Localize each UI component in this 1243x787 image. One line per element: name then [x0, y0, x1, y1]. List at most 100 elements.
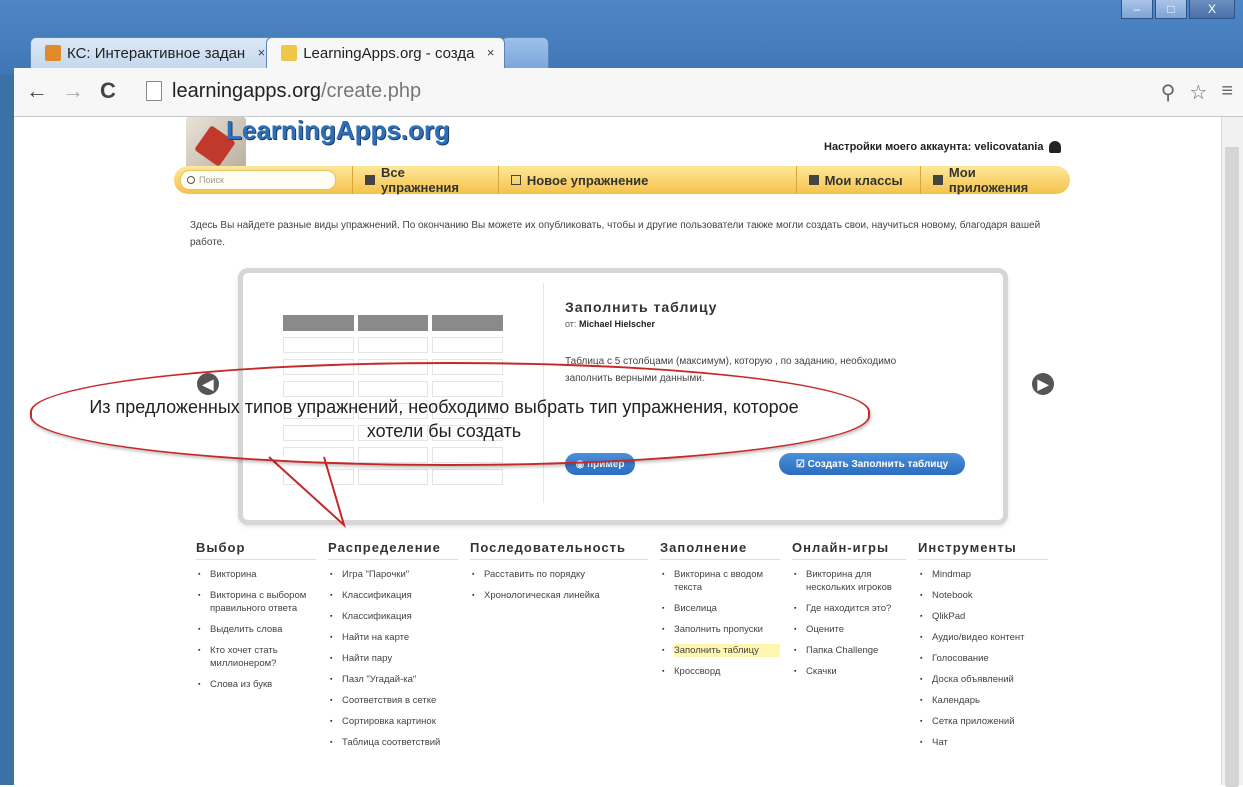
search-placeholder: Поиск — [199, 175, 224, 185]
list-icon — [808, 175, 819, 185]
category-title: Инструменты — [918, 540, 1048, 560]
list-item[interactable]: Аудио/видео контент — [920, 631, 1048, 644]
list-item[interactable]: Найти на карте — [330, 631, 458, 644]
list-item[interactable]: Игра "Парочки" — [330, 568, 458, 581]
tab-label: LearningApps.org - созда — [303, 44, 475, 62]
page-viewport: LearningApps.org Настройки моего аккаунт… — [14, 117, 1222, 785]
user-icon — [1049, 141, 1062, 153]
back-icon[interactable]: ← — [26, 78, 48, 104]
category-list: Выбор Викторина Викторина с выбором прав… — [196, 540, 1060, 757]
list-item[interactable]: Расставить по порядку — [472, 568, 648, 581]
create-button[interactable]: ☑ Создать Заполнить таблицу — [779, 453, 965, 475]
address-bar[interactable]: learningapps.org/create.php — [146, 76, 1166, 106]
list-item[interactable]: Таблица соответствий — [330, 736, 458, 749]
list-item[interactable]: Сортировка картинок — [330, 715, 458, 728]
list-item[interactable]: Кто хочет стать миллионером? — [198, 644, 316, 670]
list-item[interactable]: Сетка приложений — [920, 715, 1048, 728]
zoom-icon[interactable]: ⚲ — [1161, 80, 1176, 105]
category-choice: Выбор Викторина Викторина с выбором прав… — [196, 540, 316, 757]
list-item[interactable]: Голосование — [920, 652, 1048, 665]
list-item[interactable]: Викторина — [198, 568, 316, 581]
moodle-favicon-icon — [45, 45, 61, 61]
list-item[interactable]: Оцените — [794, 623, 906, 636]
list-item[interactable]: Классификация — [330, 610, 458, 623]
nav-my-apps[interactable]: Мои приложения — [919, 165, 1070, 195]
list-item[interactable]: Notebook — [920, 589, 1048, 602]
vertical-scrollbar[interactable] — [1221, 117, 1243, 787]
list-item[interactable]: Слова из букв — [198, 678, 316, 691]
list-item[interactable]: Пазл "Угадай-ка" — [330, 673, 458, 686]
list-item[interactable]: Где находится это? — [794, 602, 906, 615]
close-window-button[interactable]: X — [1189, 0, 1235, 19]
title-bar: – □ X КС: Интерактивное задан × Learning… — [0, 0, 1243, 75]
tab-learningapps[interactable]: LearningApps.org - созда × — [266, 37, 506, 68]
scrollbar-thumb[interactable] — [1225, 147, 1239, 787]
forward-icon[interactable]: → — [62, 78, 84, 104]
nav-all-exercises[interactable]: Все упражнения — [352, 165, 498, 195]
list-item[interactable]: Хронологическая линейка — [472, 589, 648, 602]
bookmark-star-icon[interactable]: ☆ — [1189, 80, 1207, 105]
maximize-button[interactable]: □ — [1155, 0, 1187, 19]
window-controls: – □ X — [1121, 0, 1235, 19]
next-arrow-icon[interactable]: ▶ — [1032, 373, 1054, 395]
category-fill: Заполнение Викторина с вводом текста Вис… — [660, 540, 780, 757]
main-nav: Поиск Все упражнения Новое упражнение Мо… — [174, 165, 1070, 195]
browser-toolbar: ← → C learningapps.org/create.php ⚲ ☆ ≡ — [14, 68, 1243, 117]
category-distribution: Распределение Игра "Парочки" Классификац… — [328, 540, 458, 757]
list-item[interactable]: Папка Challenge — [794, 644, 906, 657]
list-item[interactable]: Выделить слова — [198, 623, 316, 636]
site-logo[interactable]: LearningApps.org — [226, 117, 450, 146]
list-item[interactable]: Классификация — [330, 589, 458, 602]
minimize-button[interactable]: – — [1121, 0, 1153, 19]
reload-icon[interactable]: C — [100, 78, 116, 104]
list-item[interactable]: Доска объявлений — [920, 673, 1048, 686]
search-icon — [187, 176, 195, 184]
category-title: Онлайн-игры — [792, 540, 906, 560]
list-item[interactable]: Mindmap — [920, 568, 1048, 581]
browser-window: – □ X КС: Интерактивное задан × Learning… — [0, 0, 1243, 787]
nav-new-exercise[interactable]: Новое упражнение — [497, 166, 742, 194]
list-item[interactable]: Соответствия в сетке — [330, 694, 458, 707]
url-host: learningapps.org — [172, 79, 321, 102]
category-title: Распределение — [328, 540, 458, 560]
nav-my-classes[interactable]: Мои классы — [795, 166, 920, 194]
nav-label: Новое упражнение — [526, 172, 649, 188]
category-online-games: Онлайн-игры Викторина для нескольких игр… — [792, 540, 906, 757]
list-item[interactable]: Заполнить пропуски — [662, 623, 780, 636]
search-input[interactable]: Поиск — [180, 170, 337, 190]
callout-text: Из предложенных типов упражнений, необхо… — [89, 397, 799, 441]
tab-label: КС: Интерактивное задан — [67, 44, 246, 62]
list-item[interactable]: QlikPad — [920, 610, 1048, 623]
list-item[interactable]: Викторина с выбором правильного ответа — [198, 589, 316, 615]
tab-close-icon[interactable]: × — [258, 45, 266, 60]
list-item-selected[interactable]: Заполнить таблицу — [662, 644, 780, 657]
category-sequence: Последовательность Расставить по порядку… — [470, 540, 648, 757]
page-icon — [146, 81, 162, 101]
edit-icon — [510, 175, 521, 185]
folder-icon — [932, 175, 943, 185]
category-tools: Инструменты Mindmap Notebook QlikPad Ауд… — [918, 540, 1048, 757]
intro-text: Здесь Вы найдете разные виды упражнений.… — [190, 220, 1041, 248]
author-name: Michael Hielscher — [578, 319, 655, 329]
nav-label: Мои классы — [824, 172, 903, 188]
new-tab-button[interactable] — [501, 37, 550, 68]
nav-label: Все упражнения — [381, 165, 460, 195]
tab-close-icon[interactable]: × — [487, 45, 495, 60]
category-title: Заполнение — [660, 540, 780, 560]
list-item[interactable]: Скачки — [794, 665, 906, 678]
list-item[interactable]: Найти пару — [330, 652, 458, 665]
url-path: /create.php — [321, 79, 422, 102]
list-item[interactable]: Кроссворд — [662, 665, 780, 678]
list-item[interactable]: Календарь — [920, 694, 1048, 707]
menu-icon[interactable]: ≡ — [1221, 80, 1233, 105]
list-item[interactable]: Викторина для нескольких игроков — [794, 568, 906, 594]
account-settings[interactable]: Настройки моего аккаунта: velicovatania — [824, 141, 1062, 153]
list-item[interactable]: Виселица — [662, 602, 780, 615]
author-prefix: от: — [565, 319, 577, 329]
toolbar-actions: ⚲ ☆ ≡ — [1161, 80, 1233, 105]
tab-moodle[interactable]: КС: Интерактивное задан × — [30, 37, 277, 68]
card-author: от: Michael Hielscher — [565, 319, 655, 329]
card-title: Заполнить таблицу — [565, 299, 718, 315]
list-item[interactable]: Чат — [920, 736, 1048, 749]
list-item[interactable]: Викторина с вводом текста — [662, 568, 780, 594]
